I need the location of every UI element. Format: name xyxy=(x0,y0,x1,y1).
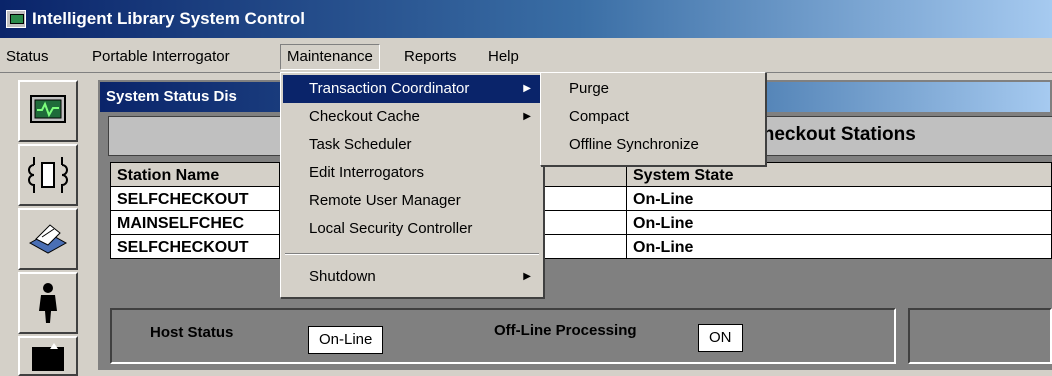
system-state-cell: On-Line xyxy=(626,210,1052,235)
menu-reports[interactable]: Reports xyxy=(398,45,463,69)
monitor-button[interactable] xyxy=(18,80,78,142)
offline-processing-value: ON xyxy=(698,324,743,352)
offline-processing-label: Off-Line Processing xyxy=(494,322,637,339)
menu-help[interactable]: Help xyxy=(482,45,525,69)
menu-item-transaction-coordinator[interactable]: Transaction Coordinator ▶ xyxy=(283,75,541,103)
menu-bar: Status Portable Interrogator Maintenance… xyxy=(0,40,1052,73)
host-status-bar: Host Status On-Line Off-Line Processing … xyxy=(110,308,896,364)
submenu-item-purge[interactable]: Purge xyxy=(543,75,763,103)
menu-item-checkout-cache[interactable]: Checkout Cache ▶ xyxy=(283,103,541,131)
window-title: Intelligent Library System Control xyxy=(32,9,305,28)
station-name-cell: SELFCHECKOUT xyxy=(110,186,280,211)
menu-status[interactable]: Status xyxy=(0,45,55,69)
menu-item-task-scheduler[interactable]: Task Scheduler xyxy=(283,131,541,159)
menu-item-label: Local Security Controller xyxy=(309,220,473,237)
transaction-coordinator-submenu: Purge Compact Offline Synchronize xyxy=(540,72,766,166)
submenu-arrow-icon: ▶ xyxy=(523,83,531,94)
menu-item-label: Task Scheduler xyxy=(309,136,412,153)
exit-icon xyxy=(32,343,64,371)
exit-button[interactable] xyxy=(18,336,78,376)
submenu-item-compact[interactable]: Compact xyxy=(543,103,763,131)
menu-item-local-security-controller[interactable]: Local Security Controller xyxy=(283,215,541,243)
monitor-icon xyxy=(30,95,66,123)
status-bar-right xyxy=(908,308,1052,364)
col-station-name: Station Name xyxy=(110,162,280,187)
menu-portable-interrogator[interactable]: Portable Interrogator xyxy=(86,45,236,69)
station-name-cell: SELFCHECKOUT xyxy=(110,234,280,259)
title-bar: Intelligent Library System Control xyxy=(0,0,1052,38)
menu-item-label: Checkout Cache xyxy=(309,108,420,125)
submenu-arrow-icon: ▶ xyxy=(523,271,531,282)
menu-item-label: Shutdown xyxy=(309,268,376,285)
submenu-arrow-icon: ▶ xyxy=(523,111,531,122)
station-name-cell: MAINSELFCHEC xyxy=(110,210,280,235)
printer-icon xyxy=(28,224,68,254)
host-status-label: Host Status xyxy=(150,324,234,341)
interrogator-icon xyxy=(28,157,68,193)
submenu-item-offline-synchronize[interactable]: Offline Synchronize xyxy=(543,131,763,159)
person-button[interactable] xyxy=(18,272,78,334)
menu-item-edit-interrogators[interactable]: Edit Interrogators xyxy=(283,159,541,187)
menu-separator xyxy=(285,253,539,255)
section-label: Checkout Stations xyxy=(749,124,916,145)
menu-item-label: Transaction Coordinator xyxy=(309,80,470,97)
printer-button[interactable] xyxy=(18,208,78,270)
toolbar xyxy=(16,80,84,376)
app-icon xyxy=(6,10,26,28)
menu-maintenance[interactable]: Maintenance xyxy=(280,44,380,70)
person-icon xyxy=(39,283,57,323)
menu-item-shutdown[interactable]: Shutdown ▶ xyxy=(283,263,541,291)
system-state-cell: On-Line xyxy=(626,186,1052,211)
system-state-cell: On-Line xyxy=(626,234,1052,259)
menu-item-remote-user-manager[interactable]: Remote User Manager xyxy=(283,187,541,215)
maintenance-dropdown: Transaction Coordinator ▶ Checkout Cache ▶… xyxy=(280,72,544,298)
interrogator-button[interactable] xyxy=(18,144,78,206)
host-status-value: On-Line xyxy=(308,326,384,354)
menu-item-label: Remote User Manager xyxy=(309,192,461,209)
menu-item-label: Edit Interrogators xyxy=(309,164,425,181)
